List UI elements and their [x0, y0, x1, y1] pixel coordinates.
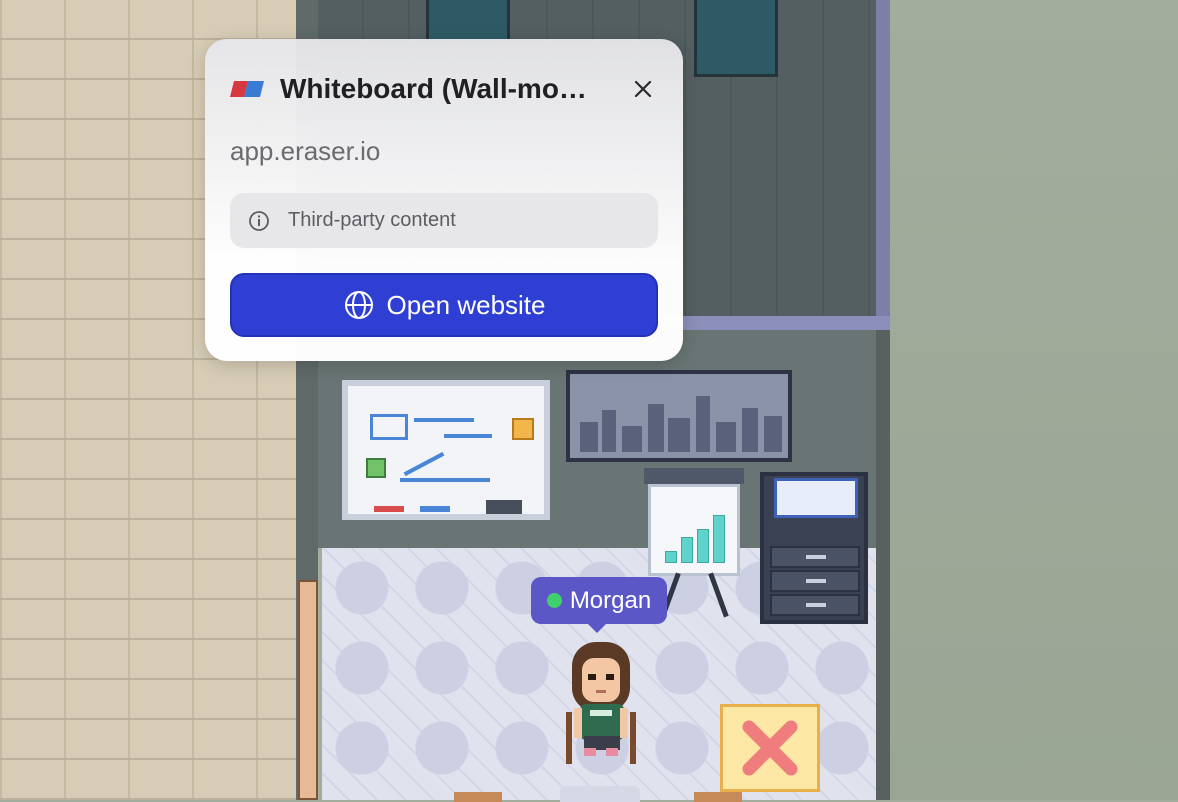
chair: [454, 792, 502, 802]
wooden-post: [298, 580, 318, 800]
info-icon: [249, 210, 269, 231]
whiteboard-scribble: [444, 434, 492, 438]
window-left: [426, 0, 510, 43]
third-party-notice: Third-party content: [230, 193, 658, 248]
whiteboard-scribble: [414, 418, 474, 422]
x-mark-icon: [742, 720, 798, 776]
window-right: [694, 0, 778, 77]
painting-building: [696, 396, 710, 452]
easel-bar: [713, 515, 725, 563]
whiteboard-eraser: [486, 500, 522, 514]
player-avatar[interactable]: [560, 628, 642, 768]
close-button[interactable]: [629, 75, 657, 103]
exit-x-tile[interactable]: [720, 704, 820, 792]
player-name: Morgan: [569, 586, 652, 614]
player-name-tag[interactable]: Morgan: [531, 577, 667, 633]
bookshelf: [760, 472, 868, 624]
blue-marker: [420, 506, 450, 512]
easel-bar: [665, 551, 677, 563]
easel-board: [648, 484, 740, 576]
upper-room-trim: [876, 0, 890, 324]
open-website-button[interactable]: Open website: [230, 273, 658, 337]
whiteboard-scribble: [400, 478, 490, 482]
easel-top: [644, 468, 744, 484]
painting-building: [622, 426, 642, 452]
outside-area: [890, 0, 1178, 800]
easel-bar: [681, 537, 693, 563]
popup-domain: app.eraser.io: [230, 136, 381, 166]
room-right-wall: [876, 330, 890, 800]
close-icon: [634, 80, 652, 98]
easel-leg: [708, 572, 729, 618]
painting-building: [764, 416, 782, 452]
open-website-label: Open website: [386, 289, 546, 320]
painting-building: [668, 418, 690, 452]
easel-bar: [697, 529, 709, 563]
whiteboard-drawing-rect: [370, 414, 408, 440]
painting-building: [602, 410, 616, 452]
drawer: [770, 594, 860, 616]
third-party-label: Third-party content: [288, 209, 456, 231]
popup-title: Whiteboard (Wall-mo…: [280, 73, 587, 104]
whiteboard-sticky-orange: [512, 418, 534, 440]
painting-building: [648, 404, 664, 452]
painting-building: [742, 408, 758, 452]
open-book: [774, 478, 858, 518]
painting-building: [580, 422, 598, 452]
online-status-dot: [546, 593, 562, 608]
drawer: [770, 546, 860, 568]
painting-building: [716, 422, 736, 452]
whiteboard-arrow: [403, 451, 445, 477]
drawer: [770, 570, 860, 592]
chair: [694, 792, 742, 802]
red-marker: [374, 506, 404, 512]
whiteboard-sticky-green: [366, 458, 386, 478]
whiteboard-object[interactable]: [342, 380, 550, 520]
globe-icon: [344, 291, 373, 319]
object-info-popup: Whiteboard (Wall-mo… app.eraser.io Third…: [205, 39, 683, 361]
skyline-painting: [566, 370, 792, 462]
popup-header: Whiteboard (Wall-mo…: [230, 69, 657, 109]
eraser-logo-icon: [230, 81, 264, 97]
